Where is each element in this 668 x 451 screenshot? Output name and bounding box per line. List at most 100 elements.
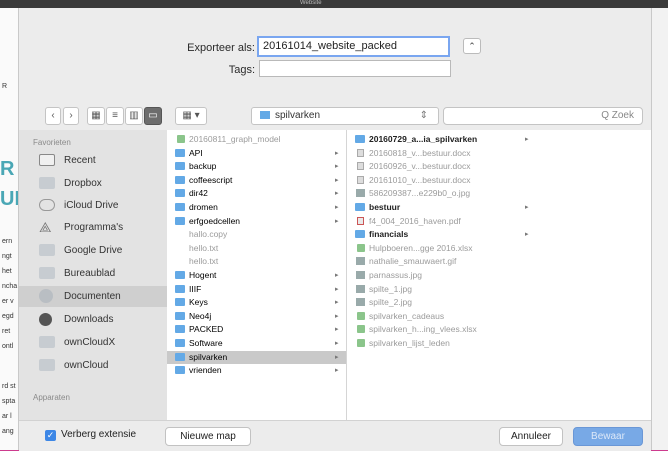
item-label: vrienden [189, 365, 222, 376]
chevron-right-icon: ▸ [335, 190, 339, 198]
sidebar-item-dropbox[interactable]: Dropbox [19, 173, 167, 194]
sidebar-item-applications[interactable]: ⟁ Programma's [19, 217, 167, 238]
item-label: parnassus.jpg [369, 270, 422, 280]
item-label: Hulpboeren...gge 2016.xlsx [369, 242, 473, 253]
item-label: spilvarken_h...ing_vlees.xlsx [369, 324, 477, 335]
sidebar-item-icloud-drive[interactable]: iCloud Drive [19, 195, 167, 216]
folder-row[interactable]: erfgoedcellen ▸ [167, 215, 346, 228]
file-row[interactable]: Hulpboeren...gge 2016.xlsx [347, 242, 537, 255]
sidebar-item-downloads[interactable]: Downloads [19, 309, 167, 330]
sidebar-item-label: Google Drive [64, 245, 123, 256]
chevron-right-icon: ▸ [525, 231, 529, 239]
document-icon [357, 325, 365, 334]
icon-view-button[interactable]: ▦ [87, 107, 105, 125]
documents-icon [39, 289, 53, 303]
file-row[interactable]: spilvarken_lijst_leden [347, 337, 537, 350]
gallery-view-button[interactable]: ▭ [144, 107, 162, 125]
file-row[interactable]: parnassus.jpg [347, 269, 537, 282]
file-row[interactable]: 20161010_v...bestuur.docx [347, 174, 537, 187]
hide-extension-checkbox[interactable]: ✓ [45, 430, 56, 441]
background-heading: R [0, 158, 15, 180]
folder-row[interactable]: IIIF ▸ [167, 283, 346, 296]
list-view-button[interactable]: ≡ [106, 107, 124, 125]
folder-icon [175, 189, 185, 198]
folder-row[interactable]: coffeescript ▸ [167, 174, 346, 187]
new-folder-button[interactable]: Nieuwe map [165, 427, 251, 446]
item-label: 586209387...e229b0_o.jpg [369, 188, 471, 199]
column-view-button[interactable]: ▥ [125, 107, 143, 125]
folder-icon [175, 352, 185, 361]
clock-icon [39, 154, 55, 166]
file-row[interactable]: hello.txt [167, 255, 346, 268]
sidebar-item-google-drive[interactable]: Google Drive [19, 240, 167, 261]
filename-input[interactable]: 20161014_website_packed [257, 36, 450, 57]
background-text: ar l [2, 413, 12, 420]
file-row[interactable]: f4_004_2016_haven.pdf [347, 215, 537, 228]
folder-icon [355, 135, 365, 143]
file-row[interactable]: 20160818_v...bestuur.docx [347, 147, 537, 160]
document-icon [357, 162, 364, 171]
folder-icon [175, 216, 185, 225]
folder-row[interactable]: PACKED ▸ [167, 323, 346, 336]
sidebar-item-owncloud[interactable]: ownCloud [19, 355, 167, 376]
file-row[interactable]: nathalie_smauwaert.gif [347, 255, 537, 268]
arrange-button[interactable]: ▦ ▾ [175, 107, 207, 125]
cloud-icon [39, 199, 55, 211]
folder-row[interactable]: vrienden ▸ [167, 364, 346, 377]
file-row[interactable]: 20160811_graph_model [167, 133, 346, 146]
file-row[interactable]: spilte_1.jpg [347, 283, 537, 296]
chevron-up-icon[interactable]: ⌃ [463, 38, 481, 54]
item-label: nathalie_smauwaert.gif [369, 256, 457, 267]
file-row[interactable]: spilte_2.jpg [347, 296, 537, 309]
document-icon [357, 148, 364, 157]
item-label: API [189, 147, 203, 158]
sidebar: Favorieten Recent Dropbox iCloud Drive ⟁… [19, 130, 167, 420]
item-label: 20160818_v...bestuur.docx [369, 147, 471, 158]
cancel-button[interactable]: Annuleer [499, 427, 563, 446]
sidebar-item-desktop[interactable]: Bureaublad [19, 263, 167, 284]
file-row[interactable]: 586209387...e229b0_o.jpg [347, 187, 537, 200]
sidebar-item-owncloudx[interactable]: ownCloudX [19, 332, 167, 353]
save-button[interactable]: Bewaar [573, 427, 643, 446]
file-row[interactable]: spilvarken_cadeaus [347, 310, 537, 323]
item-label: spilvarken_cadeaus [369, 310, 445, 321]
folder-icon [175, 339, 185, 347]
folder-row[interactable]: Neo4j ▸ [167, 310, 346, 323]
document-icon [357, 216, 364, 225]
folder-row[interactable]: Software ▸ [167, 337, 346, 350]
search-field[interactable]: Q Zoek [443, 107, 643, 125]
back-button[interactable]: ‹ [45, 107, 61, 125]
folder-row[interactable]: spilvarken ▸ [167, 350, 346, 364]
file-row[interactable]: hello.txt [167, 242, 346, 255]
file-row[interactable]: spilvarken_h...ing_vlees.xlsx [347, 323, 537, 336]
folder-row[interactable]: financials ▸ [347, 228, 537, 241]
item-label: f4_004_2016_haven.pdf [369, 215, 461, 226]
location-popup[interactable]: spilvarken ⇕ [251, 107, 439, 125]
item-label: backup [189, 161, 217, 172]
sidebar-item-recent[interactable]: Recent [19, 150, 167, 171]
folder-row[interactable]: Hogent ▸ [167, 269, 346, 282]
folder-row[interactable]: 20160729_a...ia_spilvarken ▸ [347, 133, 537, 146]
folder-row[interactable]: Keys ▸ [167, 296, 346, 309]
file-row[interactable]: 20160926_v...bestuur.docx [347, 160, 537, 173]
folder-row[interactable]: bestuur ▸ [347, 201, 537, 214]
item-label: bestuur [369, 202, 401, 212]
sidebar-item-documents[interactable]: Documenten [19, 286, 167, 307]
folder-row[interactable]: dir42 ▸ [167, 187, 346, 200]
item-label: Neo4j [189, 310, 212, 321]
background-document: R R UR ern ngt het ncha er v egd ret ont… [0, 8, 18, 450]
file-row[interactable]: hallo.copy [167, 228, 346, 241]
sidebar-item-label: Dropbox [64, 178, 102, 189]
bottom-bar: ✓ Verberg extensie Nieuwe map Annuleer B… [19, 420, 651, 451]
forward-button[interactable]: › [63, 107, 79, 125]
background-right-edge [652, 8, 668, 450]
folder-row[interactable]: dromen ▸ [167, 201, 346, 214]
location-label: spilvarken [275, 110, 321, 121]
background-heading: UR [0, 188, 18, 210]
folder-row[interactable]: API ▸ [167, 147, 346, 160]
folder-icon [175, 203, 185, 211]
document-icon [356, 189, 365, 198]
tags-input[interactable] [259, 60, 451, 77]
item-label: spilte_2.jpg [369, 297, 413, 308]
folder-row[interactable]: backup ▸ [167, 160, 346, 173]
